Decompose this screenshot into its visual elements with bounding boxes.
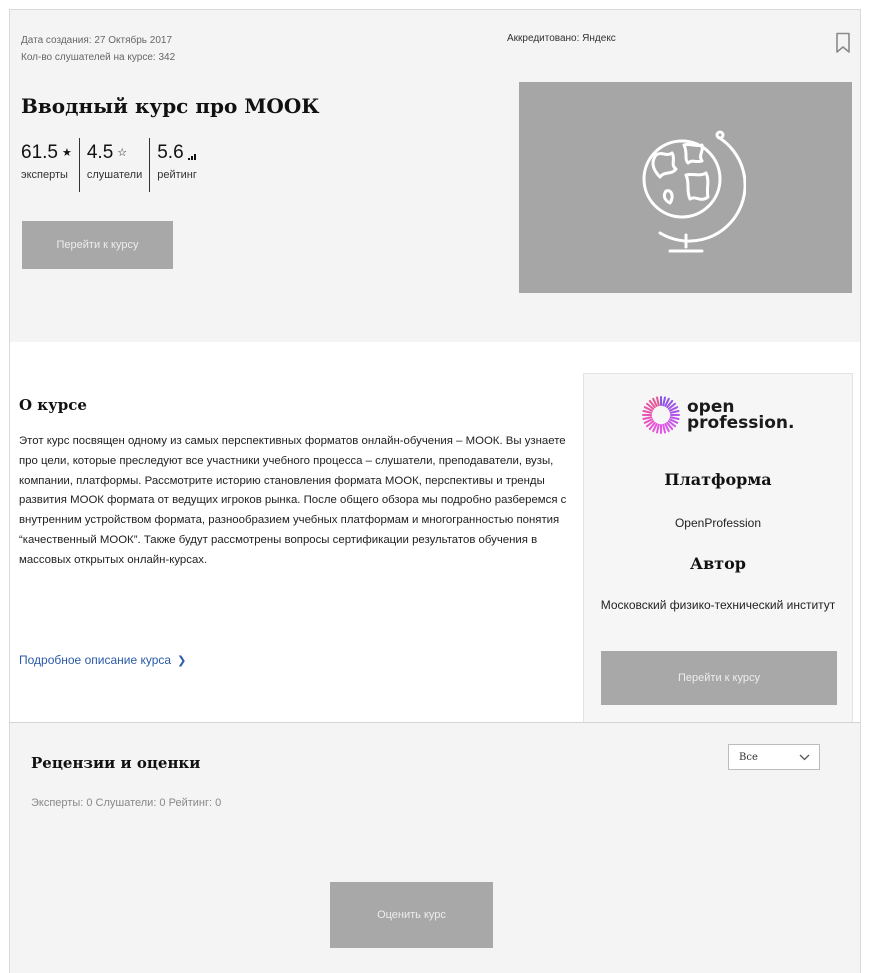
listeners-label: слушатели [86, 169, 143, 181]
logo-ray [655, 423, 660, 434]
stat-listeners: 4.5 ☆ слушатели [78, 138, 149, 192]
rating-label: рейтинг [157, 169, 197, 181]
platform-name: OpenProfession [674, 516, 762, 530]
stat-rating: 5.6 рейтинг [149, 138, 204, 192]
course-page: Дата создания: 27 Октябрь 2017 Кол-во сл… [9, 9, 861, 973]
chevron-right-icon: ❯ [177, 654, 187, 667]
created-date: Дата создания: 27 Октябрь 2017 [21, 35, 173, 46]
detailed-description-link[interactable]: Подробное описание курса ❯ [19, 653, 186, 667]
star-filled-icon: ★ [61, 147, 72, 159]
reviews-summary: Эксперты: 0 Слушатели: 0 Рейтинг: 0 [31, 797, 222, 809]
stat-experts: 61.5 ★ эксперты [21, 138, 79, 192]
rating-score: 5.6 [157, 142, 184, 163]
bookmark-icon[interactable] [835, 32, 851, 54]
course-cover-image [519, 82, 852, 293]
author-name: Московский физико-технический институт [600, 598, 836, 612]
platform-logo-text: open profession. [687, 397, 795, 433]
platform-logo: open profession. [642, 396, 794, 434]
course-header: Дата создания: 27 Октябрь 2017 Кол-во сл… [10, 10, 860, 342]
reviews-filter-select[interactable]: Все [728, 744, 820, 770]
reviews-section: Рецензии и оценки Эксперты: 0 Слушатели:… [10, 723, 860, 973]
open-profession-logo-icon [642, 396, 680, 434]
chevron-down-icon [799, 754, 810, 760]
card-go-to-course-button[interactable]: Перейти к курсу [601, 651, 837, 705]
go-to-course-button[interactable]: Перейти к курсу [22, 221, 173, 269]
course-info-card: open profession. Платформа OpenProfessio… [583, 373, 853, 723]
logo-ray [662, 423, 667, 434]
experts-label: эксперты [21, 169, 68, 181]
course-title: Вводный курс про МООК [21, 94, 320, 118]
author-heading: Автор [690, 554, 746, 573]
logo-ray [642, 409, 653, 414]
listeners-count: Кол-во слушателей на курсе: 342 [21, 52, 176, 63]
logo-ray [669, 416, 680, 421]
experts-score: 61.5 [21, 142, 58, 163]
star-outline-icon: ☆ [117, 147, 128, 159]
logo-ray [669, 409, 680, 414]
accreditation-label: Аккредитовано: Яндекс [507, 33, 616, 44]
reviews-heading: Рецензии и оценки [31, 754, 201, 772]
platform-heading: Платформа [664, 470, 772, 489]
about-heading: О курсе [19, 396, 87, 414]
globe-icon [642, 130, 746, 252]
logo-ray [662, 396, 667, 407]
listeners-score: 4.5 [86, 142, 114, 163]
course-stats: 61.5 ★ эксперты 4.5 ☆ слушатели 5.6 рейт… [21, 138, 204, 192]
logo-ray [655, 396, 660, 407]
rating-bars-icon [187, 153, 196, 160]
course-meta: Дата создания: 27 Октябрь 2017 Кол-во сл… [21, 32, 175, 66]
reviews-filter-value: Все [739, 751, 758, 763]
logo-ray [642, 416, 653, 421]
rate-course-button[interactable]: Оценить курс [330, 882, 493, 948]
detailed-description-label: Подробное описание курса [19, 653, 172, 667]
about-description: Этот курс посвящен одному из самых персп… [19, 435, 567, 566]
